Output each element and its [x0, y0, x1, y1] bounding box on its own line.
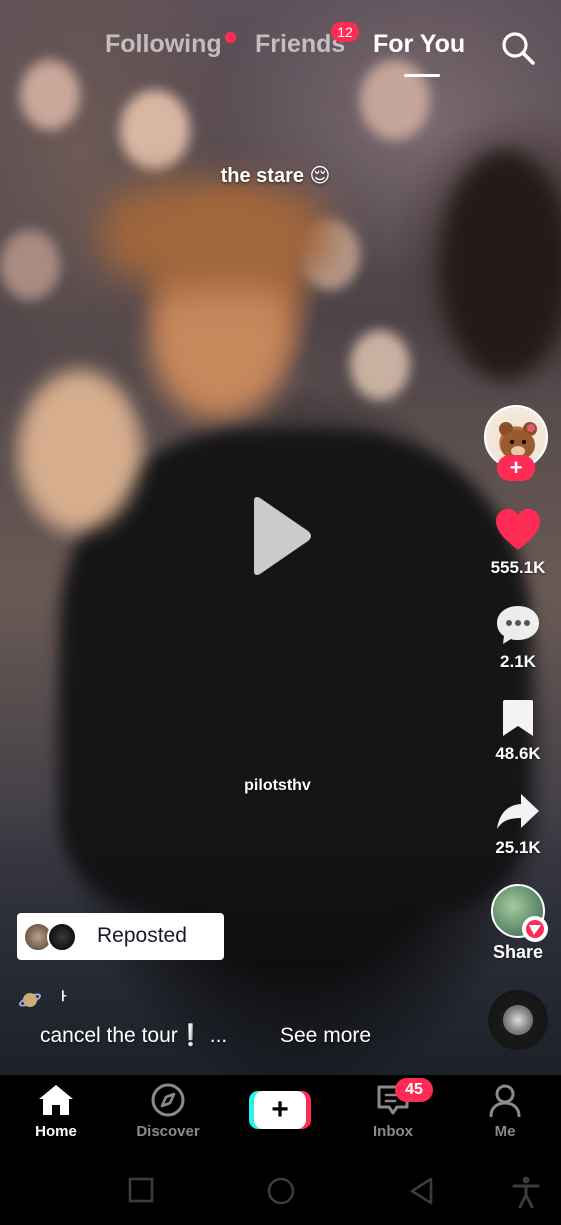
crowd-blob: [120, 90, 190, 170]
crowd-blob: [350, 330, 410, 400]
sound-disc[interactable]: [488, 990, 548, 1050]
nav-inbox-label: Inbox: [373, 1123, 413, 1140]
system-navigation-bar: [0, 1158, 561, 1225]
top-nav: Following Friends 12 For You: [0, 0, 561, 90]
comment-icon: [497, 606, 539, 644]
comment-count: 2.1K: [500, 652, 536, 671]
save-button[interactable]: 48.6K: [478, 698, 558, 764]
share-count: 25.1K: [495, 838, 541, 857]
tab-following[interactable]: Following: [105, 30, 222, 59]
heart-icon: [496, 509, 540, 550]
friends-badge: 12: [331, 22, 359, 42]
comment-button[interactable]: 2.1K: [478, 604, 558, 672]
nav-discover[interactable]: Discover: [118, 1083, 218, 1140]
nav-home-label: Home: [35, 1123, 77, 1140]
share-button[interactable]: 25.1K: [478, 792, 558, 858]
nav-me-label: Me: [494, 1123, 516, 1140]
nav-home[interactable]: Home: [6, 1083, 106, 1140]
emoji-line: ᅡ: [18, 985, 67, 1015]
nav-discover-label: Discover: [136, 1123, 200, 1140]
recents-icon[interactable]: [127, 1176, 155, 1204]
play-icon[interactable]: [248, 495, 314, 577]
accessibility-icon[interactable]: [512, 1176, 540, 1208]
inbox-badge: 45: [395, 1078, 433, 1102]
follow-button[interactable]: +: [497, 455, 535, 481]
video-caption-overlay: the stare 😌: [220, 165, 331, 187]
back-icon[interactable]: [408, 1176, 436, 1206]
home-circle-icon[interactable]: [266, 1176, 296, 1206]
sound-cover-icon: [503, 1005, 533, 1035]
nav-me[interactable]: Me: [455, 1083, 555, 1140]
bookmark-icon: [503, 700, 533, 736]
search-icon[interactable]: [500, 30, 536, 66]
ringed-planet-icon: [19, 993, 41, 1007]
plus-icon: +: [254, 1091, 306, 1129]
person-hair: [100, 180, 330, 290]
repost-avatar: [47, 922, 77, 952]
emoji-line-text: ᅡ: [47, 990, 68, 1013]
crowd-blob: [0, 230, 60, 300]
tab-for-you[interactable]: For You: [373, 30, 465, 59]
see-more-link[interactable]: See more: [280, 1024, 371, 1048]
following-dot: [225, 32, 236, 43]
like-count: 555.1K: [490, 558, 546, 577]
like-button[interactable]: 555.1K: [478, 508, 558, 578]
share-arrow-icon: [497, 794, 539, 829]
compass-icon: [151, 1083, 185, 1117]
share-label[interactable]: Share: [478, 942, 558, 963]
post-description[interactable]: cancel the tour❕ ...: [40, 1024, 227, 1048]
save-count: 48.6K: [495, 744, 541, 763]
profile-icon: [489, 1084, 521, 1117]
reposted-chip[interactable]: Reposted: [17, 913, 224, 960]
video-watermark: pilotsthv: [244, 777, 311, 794]
side-person-face: [20, 370, 140, 530]
create-button[interactable]: +: [249, 1091, 311, 1129]
home-icon: [39, 1085, 73, 1115]
reposted-label: Reposted: [97, 924, 187, 947]
bottom-nav: Home Discover + Inbox 45 Me: [0, 1075, 561, 1158]
send-icon: [522, 916, 548, 942]
active-tab-indicator: [404, 74, 440, 77]
